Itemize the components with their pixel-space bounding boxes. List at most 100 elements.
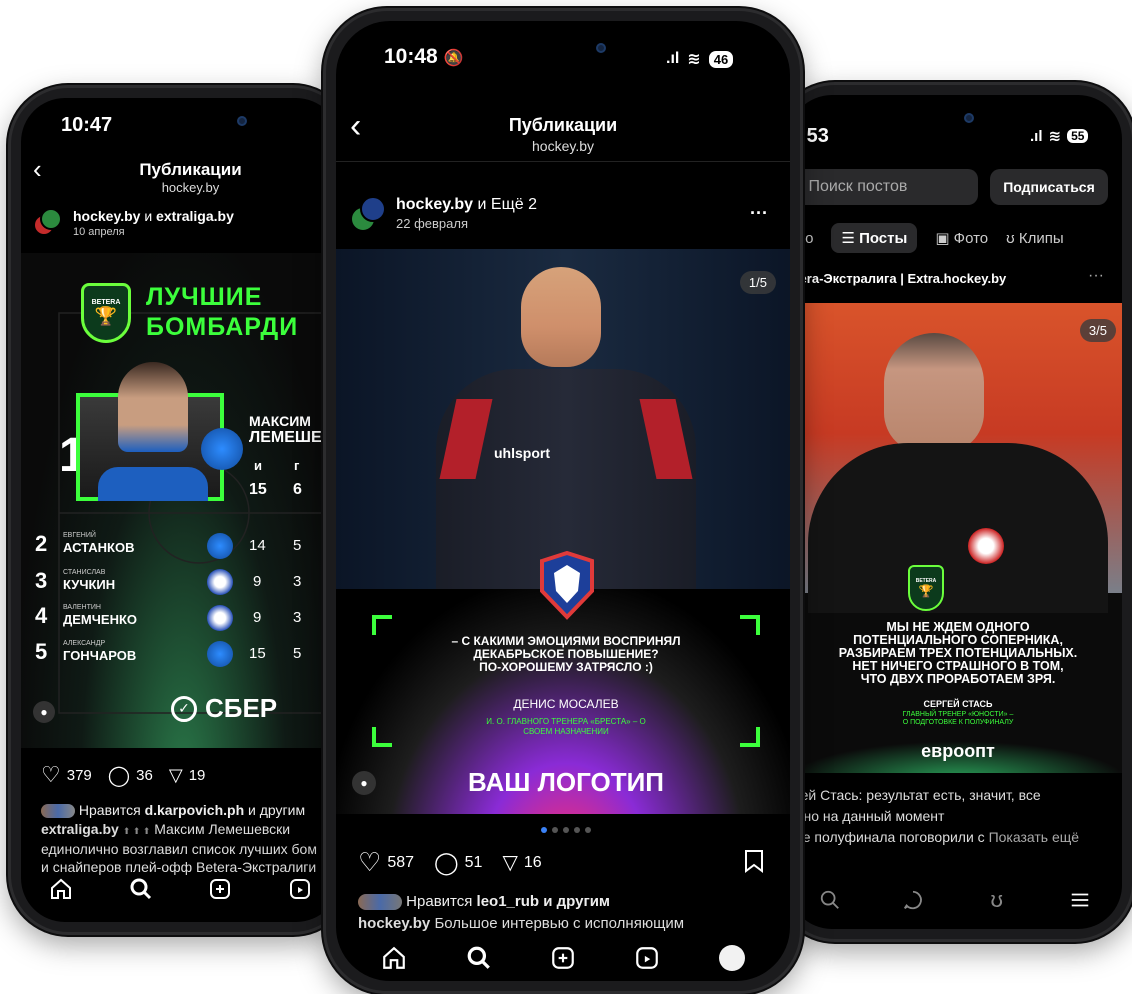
home-icon[interactable]: [46, 874, 76, 904]
screen-right: :53 .ıl ≋ 55 Q Поиск постов Подписаться д…: [788, 95, 1122, 929]
player-row: 3 СТАНИСЛАВ КУЧКИН: [35, 568, 116, 593]
post-caption[interactable]: hockey.by Большое интервью с исполняющим: [358, 915, 684, 933]
post-accounts[interactable]: hockey.by и extraliga.by: [73, 208, 234, 224]
post-account[interactable]: etera-Экстралига | Extra.hockey.by: [788, 271, 1006, 286]
clips-icon: ʊ: [1006, 229, 1015, 247]
post-actions: ♡ 587 ◯ 51 ▽ 16: [358, 847, 542, 878]
avatar-stack[interactable]: [350, 196, 386, 232]
carousel-dot: [574, 827, 580, 833]
battery-icon: 46: [708, 50, 734, 68]
player-row: 4 ВАЛЕНТИН ДЕМЧЕНКО: [35, 603, 138, 628]
post-header[interactable]: hockey.by и extraliga.by 10 апреля: [33, 208, 234, 238]
battery-icon: 55: [1067, 129, 1089, 143]
clips-icon[interactable]: ʊ: [982, 885, 1012, 915]
post-header[interactable]: hockey.by и Ещё 2 22 февраля: [350, 196, 537, 232]
team-logo: [540, 551, 594, 620]
reels-icon[interactable]: [632, 943, 662, 973]
liked-by[interactable]: Нравится leo1_rub и другим: [358, 893, 610, 911]
sponsor-sber: ✓ СБЕР: [171, 693, 277, 724]
coach-face: [884, 333, 984, 453]
team-logo: [207, 533, 233, 559]
post-caption[interactable]: extraliga.by ⬆ ⬆ ⬆ Максим Лемешевски еди…: [41, 820, 340, 876]
post-date: 22 февраля: [396, 216, 468, 231]
col-goals-header: г: [294, 458, 300, 473]
slide-counter: 1/5: [739, 271, 776, 294]
tab-posts[interactable]: ☰ Посты: [831, 223, 918, 253]
corner-bracket: [372, 615, 392, 635]
create-icon[interactable]: [205, 874, 235, 904]
tab-photo[interactable]: ▣ Фото: [935, 229, 988, 247]
trophy-icon: 🏆: [918, 584, 934, 598]
slide-counter: 3/5: [1079, 319, 1116, 342]
like-button[interactable]: ♡ 587: [358, 847, 414, 878]
logo-banner: ВАШ ЛОГОТИП: [468, 767, 664, 797]
create-icon[interactable]: [548, 943, 578, 973]
corner-bracket: [740, 615, 760, 635]
row-games: 9: [253, 609, 262, 626]
leader-first: МАКСИМ: [249, 413, 311, 429]
sponsor-evroopt: евроопт: [788, 741, 1122, 773]
menu-icon[interactable]: [1065, 885, 1095, 915]
search-placeholder: Поиск постов: [808, 178, 908, 195]
status-time: :53: [800, 125, 829, 147]
more-icon[interactable]: ···: [750, 203, 768, 224]
search-box[interactable]: Q Поиск постов: [788, 169, 978, 205]
row-games: 9: [253, 573, 262, 590]
comment-button[interactable]: ◯ 51: [434, 850, 482, 876]
row-games: 15: [249, 645, 266, 662]
dynamic-island: [888, 105, 988, 133]
player-row: 5 АЛЕКСАНДР ГОНЧАРОВ: [35, 639, 137, 664]
subscribe-button[interactable]: Подписаться: [990, 169, 1108, 205]
signal-icon: .ıl: [1030, 127, 1043, 145]
home-icon[interactable]: [379, 943, 409, 973]
team-logo: [201, 428, 243, 470]
liked-avatars: [41, 804, 75, 819]
avatar: [360, 196, 386, 222]
comment-button[interactable]: ◯ 36: [108, 763, 153, 788]
bookmark-icon[interactable]: [744, 849, 764, 879]
tagged-user-icon[interactable]: ●: [33, 701, 55, 723]
post-accounts[interactable]: hockey.by и Ещё 2: [396, 196, 537, 214]
status-time: 10:47: [61, 114, 113, 136]
player-row: 2 ЕВГЕНИЙ АСТАНКОВ: [35, 531, 135, 556]
person-role: ГЛАВНЫЙ ТРЕНЕР «ЮНОСТИ» – О ПОДГОТОВКЕ К …: [902, 711, 1014, 726]
post-image[interactable]: uhlsport 1/5 – С КАКИМИ ЭМОЦИЯМИ ВОСПРИН…: [336, 249, 790, 814]
quote-text: – С КАКИМИ ЭМОЦИЯМИ ВОСПРИНЯЛ ДЕКАБРЬСКО…: [451, 634, 681, 674]
camera-icon: [237, 116, 247, 126]
share-button[interactable]: ▽ 19: [169, 765, 206, 786]
post-image[interactable]: BETERA 🏆 ЛУЧШИЕ БОМБАРДИ 1 МАКСИМ ЛЕМЕШЕ…: [21, 253, 340, 748]
like-button[interactable]: ♡ 379: [41, 762, 92, 788]
profile-avatar[interactable]: [717, 943, 747, 973]
shirt-brand: uhlsport: [494, 445, 550, 461]
post-image[interactable]: 3/5 BETERA 🏆 МЫ НЕ ЖДЕМ ОДНОГО ПОТЕНЦИАЛ…: [788, 303, 1122, 773]
liked-by[interactable]: Нравится d.karpovich.ph и другим: [41, 802, 305, 819]
tab-clips[interactable]: ʊ Клипы: [1006, 230, 1063, 247]
show-more-link[interactable]: Показать ещё: [989, 829, 1080, 845]
more-icon[interactable]: ···: [1088, 267, 1104, 285]
header-title: Публикации: [139, 160, 242, 179]
reels-icon[interactable]: [285, 874, 315, 904]
carousel-dot: [552, 827, 558, 833]
leader-games: 15: [249, 481, 267, 498]
graphic-title-2: БОМБАРДИ: [146, 313, 299, 341]
avatar-stack[interactable]: [33, 208, 63, 238]
tabs: део ☰ Посты ▣ Фото ʊ Клипы: [788, 223, 1064, 253]
heart-icon: ♡: [358, 847, 382, 877]
header-subtitle[interactable]: hockey.by: [31, 180, 340, 195]
liked-avatars: [358, 894, 402, 911]
dynamic-island: [161, 108, 261, 136]
search-icon[interactable]: [126, 874, 156, 904]
dynamic-island: [504, 31, 624, 67]
search-icon[interactable]: [815, 885, 845, 915]
send-icon: ▽: [168, 764, 183, 785]
chat-icon[interactable]: [898, 885, 928, 915]
search-icon[interactable]: [464, 943, 494, 973]
wifi-icon: ≋: [687, 51, 701, 68]
carousel-dot: [541, 827, 547, 833]
post-caption[interactable]: ргей Стась: результат есть, значит, все …: [788, 785, 1122, 848]
header-subtitle[interactable]: hockey.by: [336, 138, 790, 154]
graphic-title-1: ЛУЧШИЕ: [146, 283, 263, 311]
row-goals: 3: [293, 609, 302, 626]
share-button[interactable]: ▽ 16: [502, 850, 541, 875]
quote-text: МЫ НЕ ЖДЕМ ОДНОГО ПОТЕНЦИАЛЬНОГО СОПЕРНИ…: [838, 620, 1078, 686]
